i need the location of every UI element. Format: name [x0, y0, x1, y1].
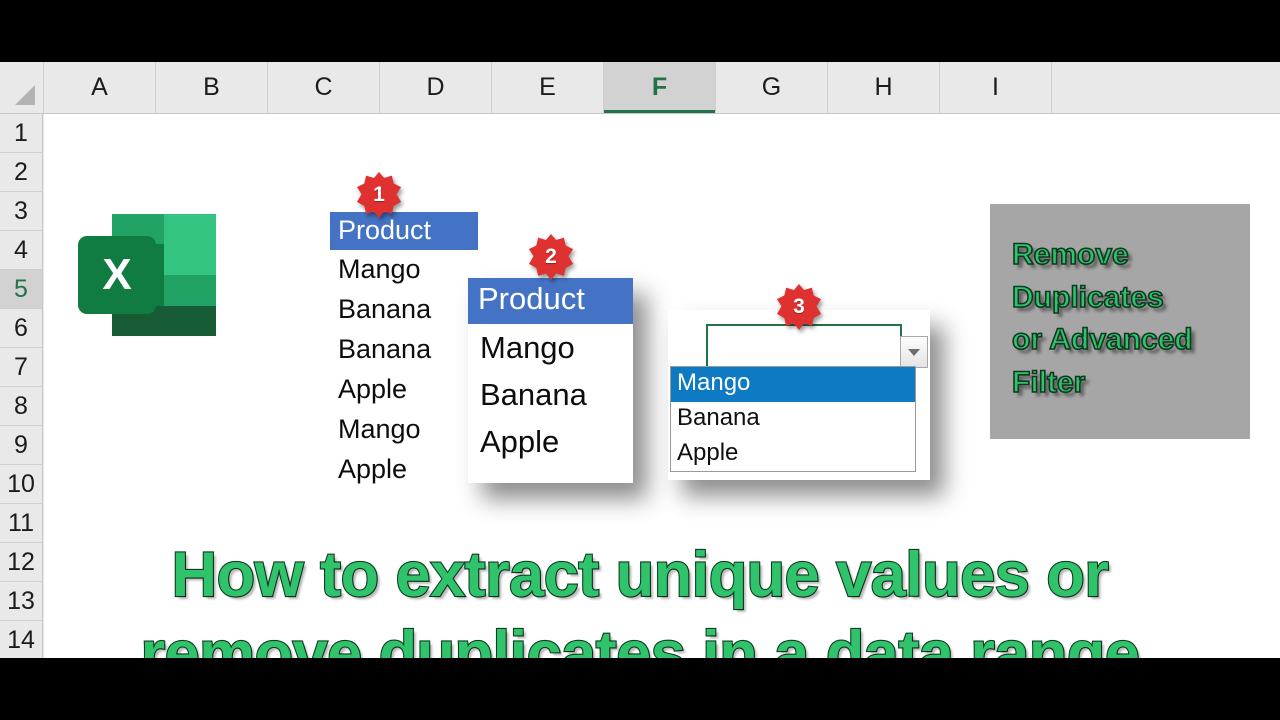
source-product-column: Product Mango Banana Banana Apple Mango … — [330, 212, 478, 490]
row-header-5[interactable]: 5 — [0, 270, 43, 309]
row-header-9[interactable]: 9 — [0, 426, 43, 465]
column-header-row: A B C D E F G H I — [0, 62, 1280, 114]
row-header-6[interactable]: 6 — [0, 309, 43, 348]
column-label: I — [992, 73, 999, 101]
column-label: G — [761, 73, 782, 101]
column-header-c[interactable]: C — [268, 62, 380, 113]
row-label: 8 — [14, 391, 28, 420]
column-header-i[interactable]: I — [940, 62, 1052, 113]
row-header-10[interactable]: 10 — [0, 465, 43, 504]
dropdown-option-apple[interactable]: Apple — [671, 437, 915, 472]
row-label: 3 — [14, 196, 28, 225]
dropdown-option-mango[interactable]: Mango — [671, 367, 915, 402]
data-validation-dropdown-panel: Mango Banana Apple — [668, 310, 930, 480]
unique-cell[interactable]: Apple — [468, 418, 633, 465]
column-label: E — [539, 73, 556, 101]
excel-logo-icon: X — [78, 214, 216, 336]
logo-x-tile: X — [78, 236, 156, 314]
dropdown-toggle-button[interactable] — [900, 336, 928, 368]
unique-product-panel: Product Mango Banana Apple — [468, 278, 633, 484]
unique-cell[interactable]: Banana — [468, 371, 633, 418]
column-label: B — [203, 73, 220, 101]
column-header-h[interactable]: H — [828, 62, 940, 113]
select-all-triangle-icon — [14, 84, 35, 105]
dropdown-option-list: Mango Banana Apple — [670, 366, 916, 473]
row-label: 4 — [14, 235, 28, 264]
step-number: 3 — [793, 295, 805, 318]
row-header-3[interactable]: 3 — [0, 192, 43, 231]
source-cell[interactable]: Apple — [330, 450, 478, 490]
callout-box: Remove Duplicates or Advanced Filter — [990, 204, 1250, 439]
column-header-d[interactable]: D — [380, 62, 492, 113]
step-number: 2 — [545, 245, 557, 268]
chevron-down-icon — [908, 348, 920, 356]
select-all-corner[interactable] — [0, 62, 44, 113]
step-number: 1 — [373, 183, 385, 206]
row-label: 5 — [14, 274, 28, 303]
column-header-e[interactable]: E — [492, 62, 604, 113]
row-header-7[interactable]: 7 — [0, 348, 43, 387]
row-label: 2 — [14, 157, 28, 186]
row-label: 10 — [7, 469, 35, 498]
column-label: D — [426, 73, 445, 101]
spreadsheet-grid: A B C D E F G H I 1 2 3 4 5 6 7 8 9 10 1… — [0, 62, 1280, 658]
row-label: 1 — [14, 118, 28, 147]
logo-x-letter: X — [102, 250, 132, 299]
dropdown-option-banana[interactable]: Banana — [671, 402, 915, 437]
step-badge-1: 1 — [356, 172, 402, 218]
column-label: A — [91, 73, 108, 101]
step-badge-2: 2 — [528, 234, 574, 280]
screenshot-stage: A B C D E F G H I 1 2 3 4 5 6 7 8 9 10 1… — [0, 0, 1280, 720]
source-cell[interactable]: Mango — [330, 410, 478, 450]
callout-text: Remove Duplicates or Advanced Filter — [1011, 237, 1193, 399]
source-cell[interactable]: Mango — [330, 250, 478, 290]
source-cell[interactable]: Banana — [330, 290, 478, 330]
column-header-b[interactable]: B — [156, 62, 268, 113]
letterbox-top — [0, 0, 1280, 62]
column-label: H — [874, 73, 893, 101]
page-title: How to extract unique values or remove d… — [139, 539, 1141, 658]
row-label: 11 — [8, 508, 34, 537]
source-header-cell[interactable]: Product — [330, 212, 478, 251]
unique-cell[interactable]: Mango — [468, 324, 633, 371]
row-label: 7 — [14, 352, 28, 381]
row-label: 9 — [14, 430, 28, 459]
row-header-2[interactable]: 2 — [0, 153, 43, 192]
row-header-1[interactable]: 1 — [0, 114, 43, 153]
source-cell[interactable]: Apple — [330, 370, 478, 410]
row-header-4[interactable]: 4 — [0, 231, 43, 270]
dropdown-input[interactable] — [706, 324, 902, 368]
source-cell[interactable]: Banana — [330, 330, 478, 370]
row-header-8[interactable]: 8 — [0, 387, 43, 426]
logo-quadrant — [164, 214, 216, 275]
row-label: 6 — [14, 313, 28, 342]
column-header-g[interactable]: G — [716, 62, 828, 113]
column-header-f[interactable]: F — [604, 62, 716, 113]
step-badge-3: 3 — [776, 284, 822, 330]
column-header-a[interactable]: A — [44, 62, 156, 113]
unique-header-cell[interactable]: Product — [468, 278, 633, 324]
letterbox-bottom — [0, 658, 1280, 720]
column-label: C — [314, 73, 333, 101]
column-label: F — [651, 73, 668, 101]
